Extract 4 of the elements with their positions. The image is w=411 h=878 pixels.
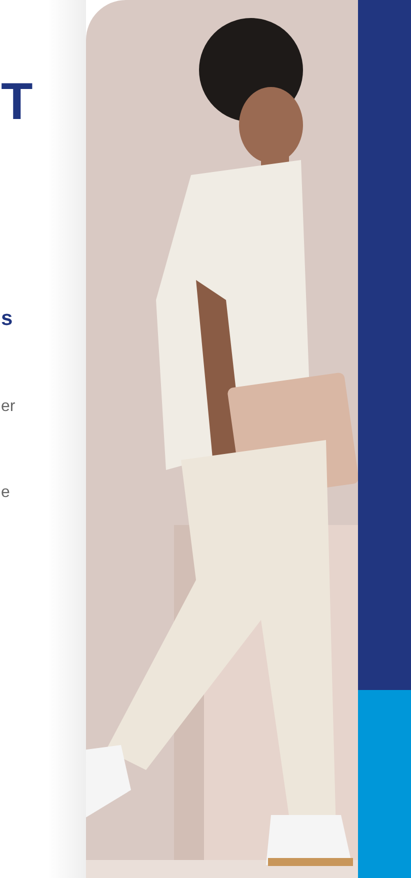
body-text: e xyxy=(1,485,10,501)
subheading: s xyxy=(1,308,13,329)
heading: T xyxy=(1,76,33,128)
body-text: er xyxy=(1,399,16,415)
